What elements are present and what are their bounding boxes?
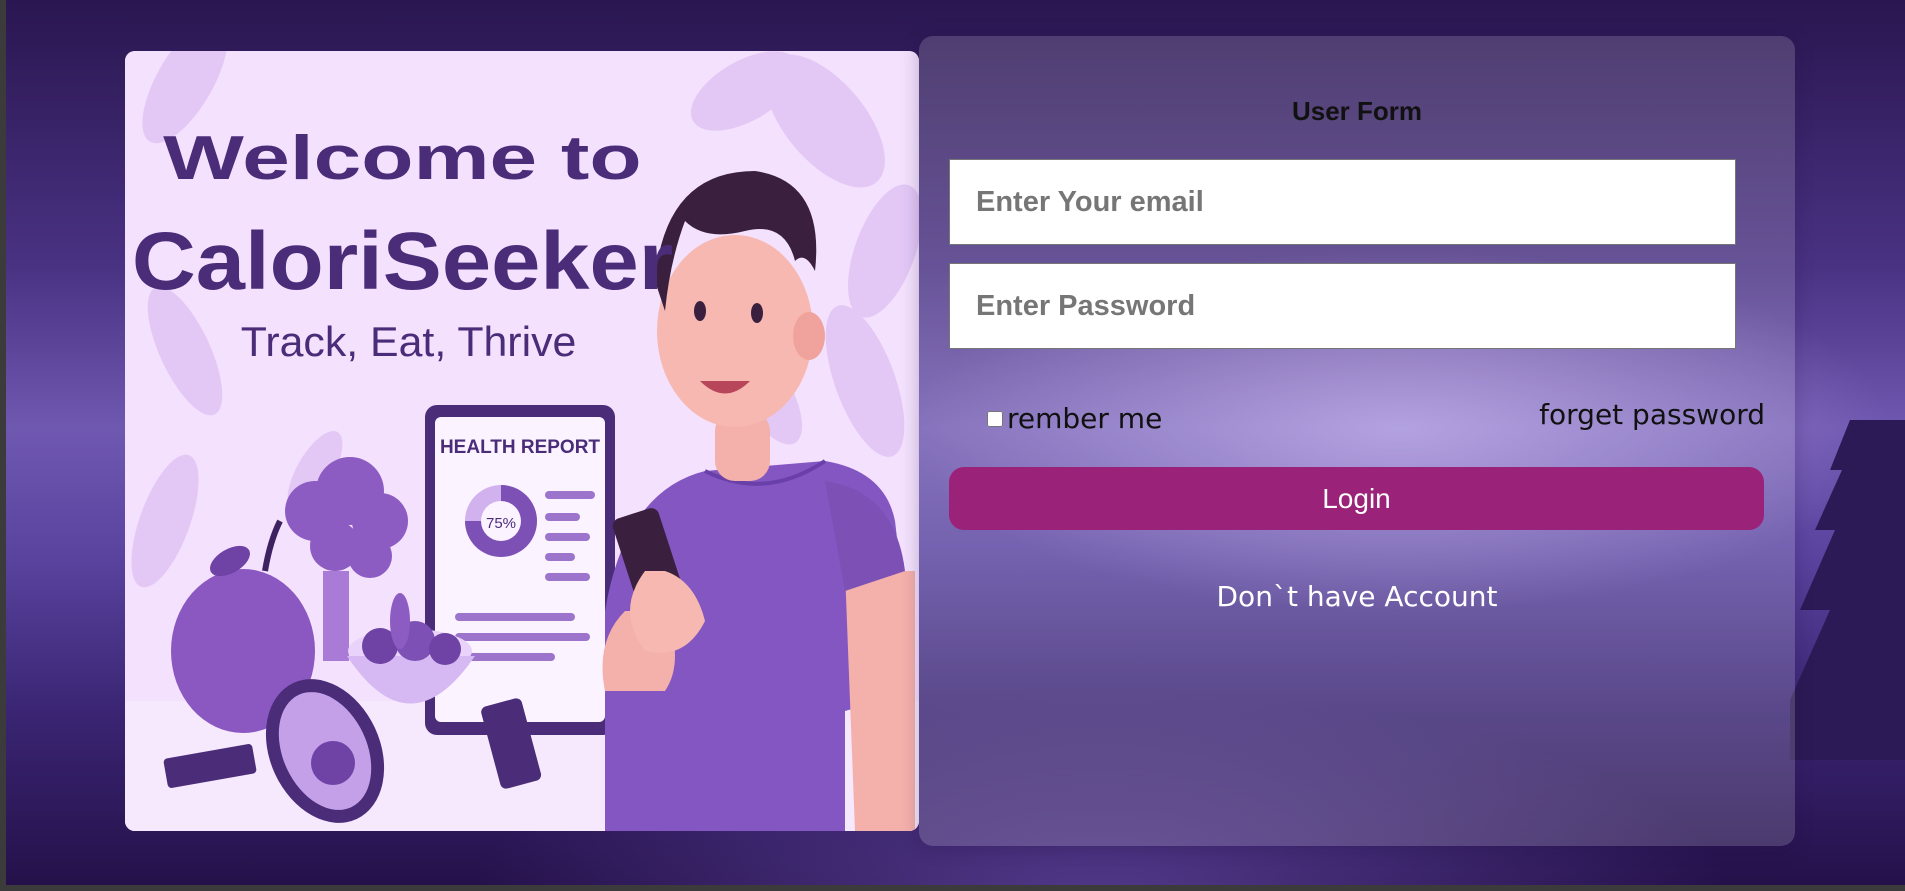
window-edge (0, 885, 1905, 891)
welcome-illustration: HEALTH REPORT 75% Welcome to CaloriSeeke… (125, 51, 919, 831)
remember-me-checkbox[interactable] (987, 410, 1003, 427)
login-form-panel: User Form rember me forget password Logi… (919, 36, 1795, 846)
remember-me-label: rember me (1007, 402, 1163, 435)
login-button[interactable]: Login (949, 467, 1764, 530)
email-field[interactable] (949, 159, 1736, 245)
forget-password-link[interactable]: forget password (1539, 398, 1765, 431)
welcome-text: Welcome to (163, 123, 642, 193)
password-field[interactable] (949, 263, 1736, 349)
window-edge (0, 0, 6, 891)
signup-link[interactable]: Don`t have Account (919, 580, 1795, 613)
form-title: User Form (1291, 96, 1423, 126)
report-title: HEALTH REPORT (440, 437, 600, 458)
pine-tree-silhouette (1790, 400, 1905, 760)
brand-name: CaloriSeeker (132, 216, 673, 307)
report-percent: 75% (486, 515, 516, 532)
remember-me[interactable]: rember me (987, 402, 1162, 435)
tagline: Track, Eat, Thrive (241, 318, 577, 365)
